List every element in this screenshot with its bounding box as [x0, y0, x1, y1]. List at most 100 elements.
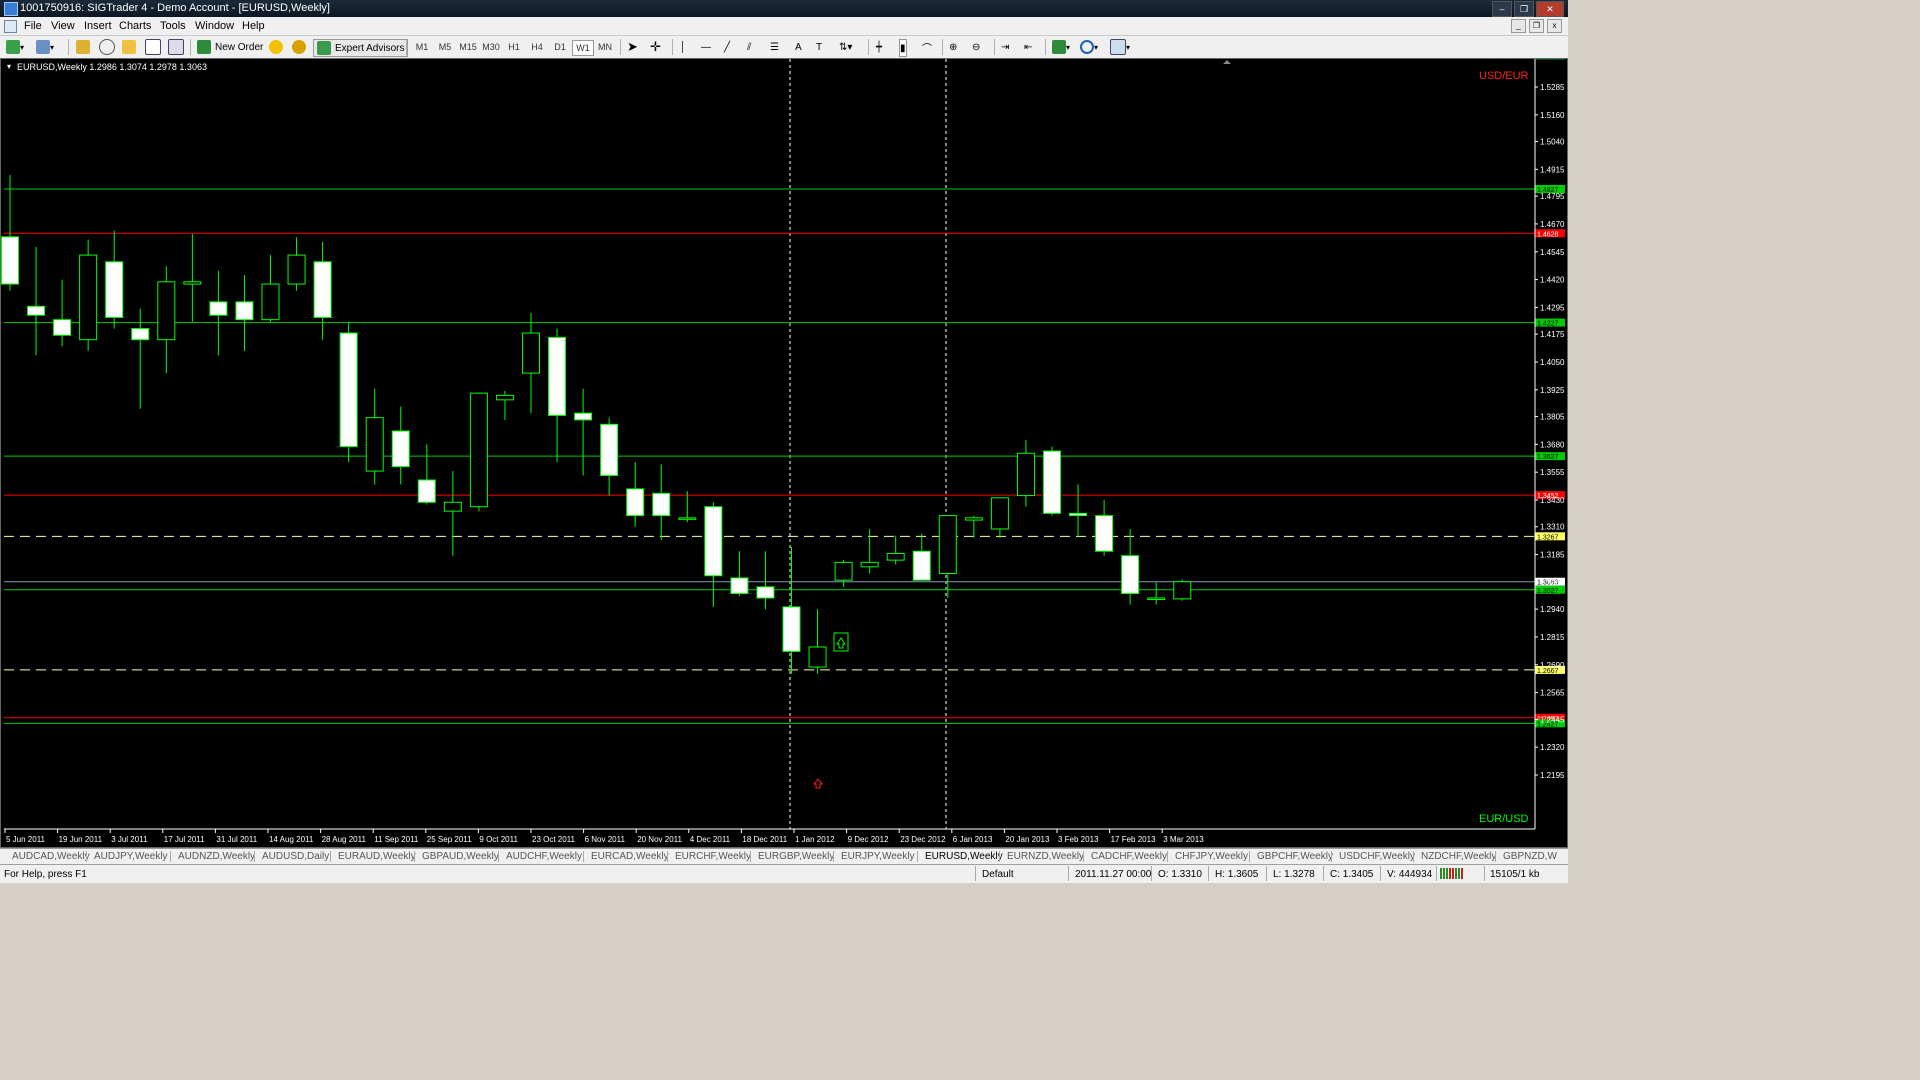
menu-help[interactable]: Help	[242, 20, 265, 32]
chart-tab[interactable]: USDCHF,Weekly	[1339, 851, 1415, 862]
chart-tab[interactable]: EURGBP,Weekly	[758, 851, 834, 862]
timeframe-d1[interactable]: D1	[550, 40, 570, 54]
menu-file[interactable]: File	[24, 20, 42, 32]
timeframe-m15[interactable]: M15	[458, 40, 478, 54]
channel-tool[interactable]: ⫽	[747, 39, 751, 55]
mdi-minimize-button[interactable]: _	[1511, 19, 1526, 33]
chart-tab[interactable]: EURJPY,Weekly	[841, 851, 915, 862]
templates-button[interactable]: ▾	[1110, 39, 1130, 55]
periodicity-button[interactable]: ▾	[1080, 39, 1098, 55]
candle-body[interactable]	[443, 501, 462, 512]
new-chart-button[interactable]: ▾	[6, 39, 24, 55]
candle-body[interactable]	[1147, 597, 1166, 600]
candle-body[interactable]	[990, 497, 1009, 530]
candlestick-chart[interactable]: ▾ EURUSD,Weekly 1.2986 1.3074 1.2978 1.30…	[1, 59, 1567, 847]
chart-tab[interactable]: AUDCAD,Weekly	[12, 851, 90, 862]
chart-tab[interactable]: CADCHF,Weekly	[1091, 851, 1167, 862]
candle-body[interactable]	[652, 492, 671, 517]
zoom-out-button[interactable]: ⊖	[972, 39, 980, 55]
indicators-button[interactable]: ▾	[1052, 39, 1070, 55]
candle-body[interactable]	[548, 336, 567, 416]
chart-tab[interactable]: CHFJPY,Weekly	[1175, 851, 1248, 862]
chart-tab[interactable]: EURUSD,Weekly	[925, 851, 1003, 862]
candle-body[interactable]	[157, 281, 176, 341]
candle-body[interactable]	[574, 412, 593, 421]
candle-body[interactable]	[183, 281, 202, 285]
cursor-tool[interactable]: ➤	[627, 39, 638, 55]
timeframe-h1[interactable]: H1	[504, 40, 524, 54]
candle-body[interactable]	[27, 305, 46, 316]
text-label-tool[interactable]: T	[816, 39, 822, 55]
candle-body[interactable]	[53, 319, 72, 336]
chart-tab[interactable]: AUDJPY,Weekly	[94, 851, 168, 862]
timeframe-w1[interactable]: W1	[572, 40, 594, 56]
timeframe-m30[interactable]: M30	[481, 40, 501, 54]
candle-body[interactable]	[209, 301, 228, 316]
chart-tab[interactable]: NZDCHF,Weekly	[1421, 851, 1496, 862]
minimize-button[interactable]: –	[1492, 1, 1512, 17]
menu-charts[interactable]: Charts	[119, 20, 151, 32]
text-tool[interactable]: A	[795, 39, 802, 55]
candle-body[interactable]	[131, 328, 150, 341]
candle-body[interactable]	[1069, 512, 1088, 517]
chart-tab[interactable]: EURAUD,Weekly	[338, 851, 416, 862]
close-button[interactable]: ✕	[1536, 1, 1564, 17]
candle-body[interactable]	[1, 236, 19, 285]
terminal-button[interactable]	[145, 39, 161, 55]
data-window-button[interactable]	[99, 39, 115, 55]
candle-body[interactable]	[1121, 555, 1140, 595]
fibonacci-tool[interactable]: ☰	[770, 39, 779, 55]
candle-body[interactable]	[417, 479, 436, 503]
chart-tab[interactable]: EURCAD,Weekly	[591, 851, 669, 862]
candlestick-chart-button[interactable]: ▮	[899, 39, 907, 57]
menu-tools[interactable]: Tools	[160, 20, 186, 32]
mdi-restore-button[interactable]: ❐	[1529, 19, 1544, 33]
candle-body[interactable]	[964, 517, 983, 521]
menu-view[interactable]: View	[51, 20, 75, 32]
navigator-button[interactable]	[122, 39, 136, 55]
menu-window[interactable]: Window	[195, 20, 234, 32]
candle-body[interactable]	[522, 332, 540, 374]
timeframe-h4[interactable]: H4	[527, 40, 547, 54]
chart-tab[interactable]: AUDNZD,Weekly	[178, 851, 255, 862]
chart-shift-button[interactable]: ⇤	[1024, 39, 1032, 55]
candle-body[interactable]	[495, 394, 514, 401]
candle-body[interactable]	[105, 261, 124, 318]
candle-body[interactable]	[600, 423, 619, 477]
candle-body[interactable]	[469, 392, 488, 508]
chart-window[interactable]: ▾ EURUSD,Weekly 1.2986 1.3074 1.2978 1.30…	[0, 58, 1568, 848]
timeframe-m1[interactable]: M1	[412, 40, 432, 54]
strategy-tester-button[interactable]	[168, 39, 184, 55]
candle-body[interactable]	[287, 254, 306, 285]
chart-tab[interactable]: AUDUSD,Daily	[262, 851, 329, 862]
candle-body[interactable]	[365, 417, 384, 472]
chart-tab[interactable]: EURCHF,Weekly	[675, 851, 751, 862]
timeframe-m5[interactable]: M5	[435, 40, 455, 54]
candle-body[interactable]	[912, 550, 931, 581]
candle-body[interactable]	[261, 283, 280, 321]
candle-body[interactable]	[730, 577, 749, 595]
crosshair-tool[interactable]: ✛	[650, 39, 661, 55]
trendline-tool[interactable]: ╱	[724, 39, 730, 55]
candle-body[interactable]	[678, 517, 697, 520]
candle-body[interactable]	[756, 586, 775, 599]
profiles-button[interactable]: ▾	[36, 39, 54, 55]
timeframe-mn[interactable]: MN	[595, 40, 615, 54]
chart-tab[interactable]: EURNZD,Weekly	[1007, 851, 1084, 862]
candle-body[interactable]	[1173, 581, 1192, 600]
candle-body[interactable]	[860, 561, 879, 568]
line-chart-button[interactable]: ⌒	[922, 39, 932, 55]
menu-insert[interactable]: Insert	[84, 20, 112, 32]
candle-body[interactable]	[886, 552, 905, 561]
new-order-button[interactable]: New Order	[197, 39, 263, 55]
chart-tab[interactable]: GBPCHF,Weekly	[1257, 851, 1333, 862]
horizontal-line-tool[interactable]: —	[701, 39, 711, 55]
candle-body[interactable]	[1095, 515, 1114, 552]
bar-chart-button[interactable]: ┿	[876, 39, 882, 55]
maximize-button[interactable]: ❐	[1514, 1, 1534, 17]
auto-scroll-button[interactable]: ⇥	[1001, 39, 1009, 55]
candle-body[interactable]	[339, 332, 358, 448]
candle-body[interactable]	[704, 506, 723, 577]
candle-body[interactable]	[782, 606, 801, 652]
candle-body[interactable]	[235, 301, 254, 321]
